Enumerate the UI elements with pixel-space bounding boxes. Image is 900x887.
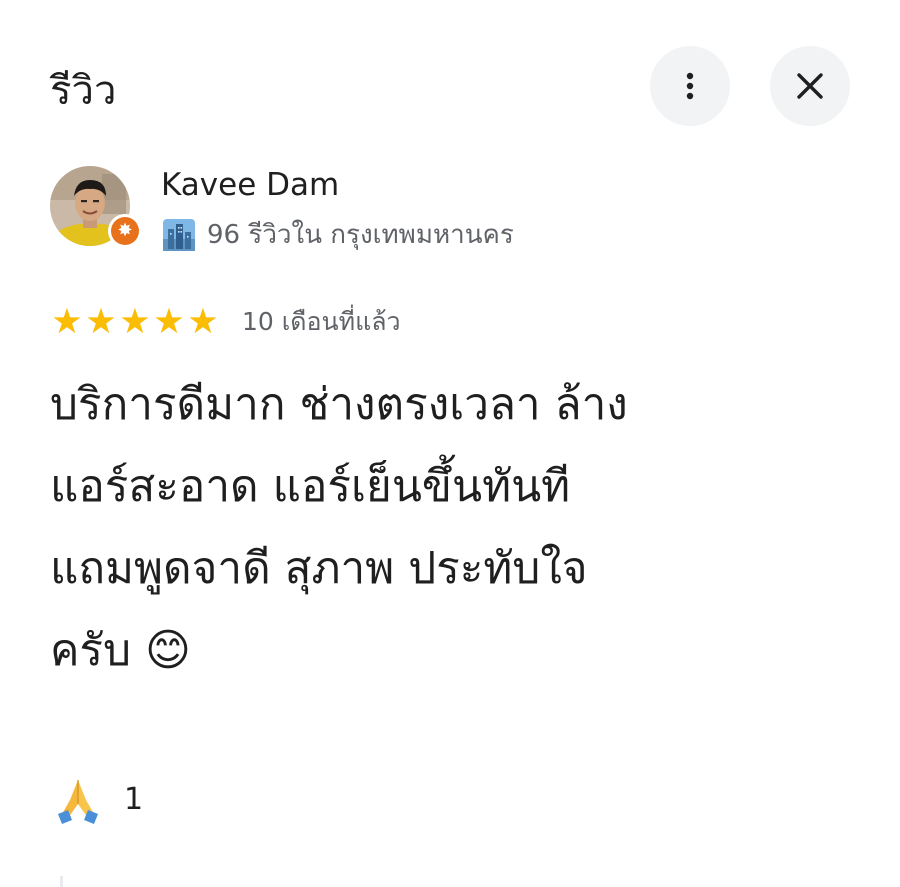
review-text: บริการดีมาก ช่างตรงเวลา ล้าง แอร์สะอาด แ… — [50, 379, 628, 676]
more-options-button[interactable] — [650, 46, 730, 126]
close-icon — [797, 73, 823, 99]
close-button[interactable] — [770, 46, 850, 126]
divider — [60, 876, 63, 887]
reviewer-meta: 96 รีวิวใน กรุงเทพมหานคร — [161, 215, 514, 255]
star-icon: ★ — [119, 302, 151, 342]
local-guide-badge-icon: ✸ — [111, 217, 139, 245]
more-vertical-icon — [686, 72, 694, 100]
folded-hands-icon — [58, 780, 98, 824]
reaction-button[interactable]: 1 — [52, 772, 143, 828]
star-icon: ★ — [51, 302, 83, 342]
review-date: 10 เดือนที่แล้ว — [242, 307, 401, 336]
reviewer-review-count: 96 รีวิวใน กรุงเทพมหานคร — [207, 220, 514, 250]
reaction-count: 1 — [124, 782, 144, 817]
local-guide-badge: ✸ — [108, 214, 142, 248]
page-title: รีวิว — [50, 68, 117, 114]
cityscape-icon — [163, 219, 195, 251]
star-icon: ★ — [187, 302, 219, 342]
star-icon: ★ — [85, 302, 117, 342]
reviewer-name[interactable]: Kavee Dam — [161, 164, 339, 206]
rating-row: ★ ★ ★ ★ ★ 10 เดือนที่แล้ว — [50, 302, 401, 342]
star-rating: ★ ★ ★ ★ ★ — [50, 302, 220, 342]
star-icon: ★ — [153, 302, 185, 342]
